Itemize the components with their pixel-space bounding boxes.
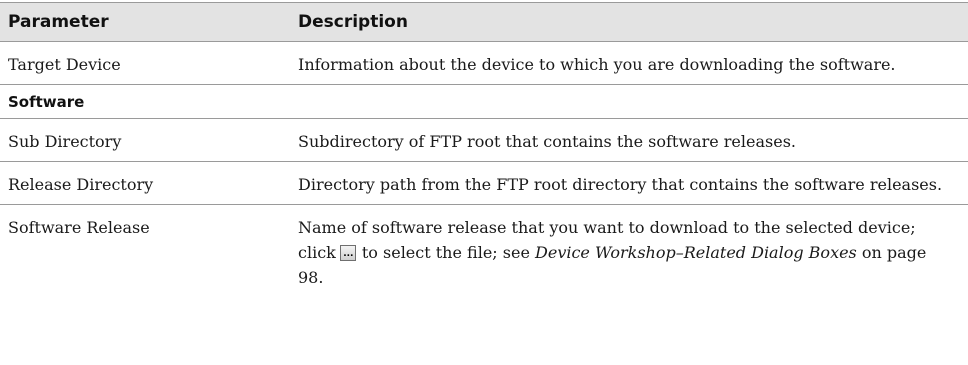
header-parameter: Parameter [8, 12, 109, 32]
table-row: Sub Directory Subdirectory of FTP root t… [0, 119, 968, 162]
header-description: Description [298, 12, 408, 32]
description-text: to select the file; see [361, 243, 530, 262]
parameter-name: Release Directory [8, 175, 154, 194]
section-title: Software [8, 92, 85, 111]
cross-reference-link[interactable]: Device Workshop–Related Dialog Boxes [535, 243, 857, 262]
ellipsis-browse-icon [339, 245, 356, 261]
parameter-name: Sub Directory [8, 132, 122, 151]
parameter-description: Information about the device to which yo… [298, 55, 896, 74]
table-row: Software Release Name of software releas… [0, 205, 968, 297]
parameter-name: Target Device [8, 55, 121, 74]
table-row: Release Directory Directory path from th… [0, 162, 968, 205]
parameter-description: Name of software release that you want t… [298, 205, 968, 297]
parameter-table: Parameter Description Target Device Info… [0, 2, 968, 297]
parameter-description: Subdirectory of FTP root that contains t… [298, 132, 796, 151]
parameter-name: Software Release [8, 218, 150, 237]
parameter-description: Directory path from the FTP root directo… [298, 175, 943, 194]
table-row: Target Device Information about the devi… [0, 42, 968, 85]
table-header: Parameter Description [0, 2, 968, 42]
section-header-software: Software [0, 85, 968, 119]
